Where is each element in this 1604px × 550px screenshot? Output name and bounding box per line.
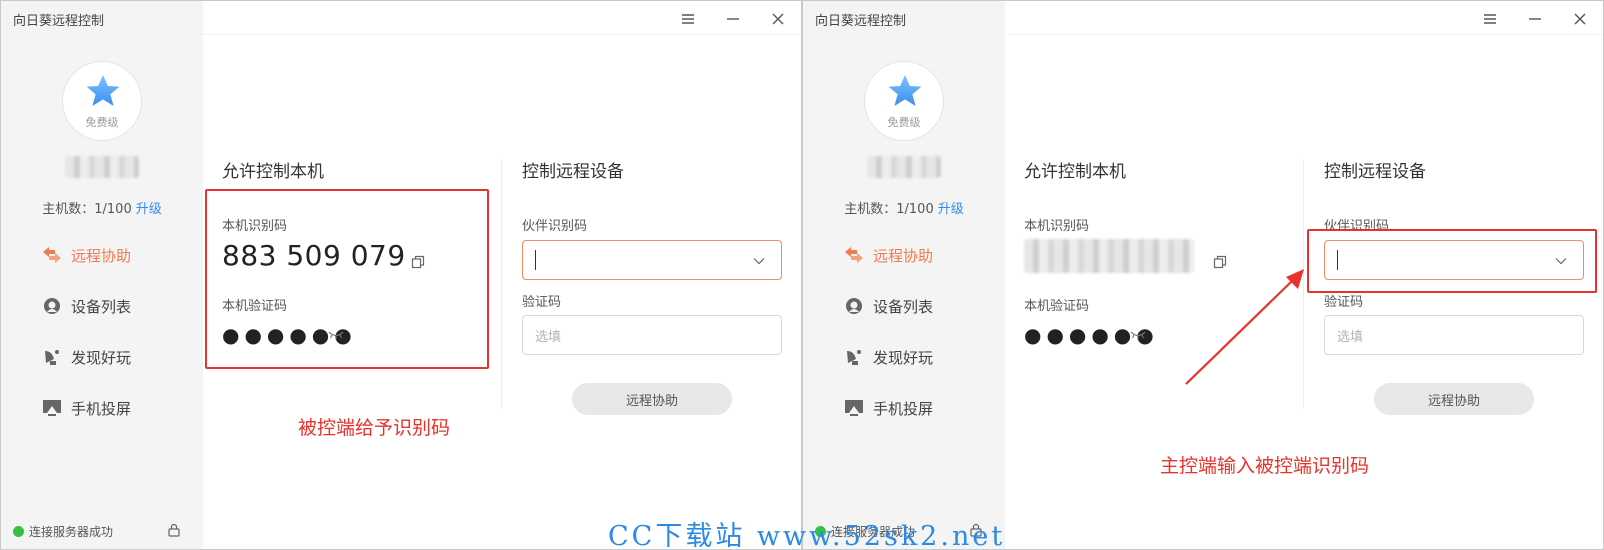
status-text: 连接服务器成功 (29, 525, 114, 539)
host-count: 主机数：1/100 升级 (803, 198, 1005, 217)
nav-phone-cast[interactable]: 手机投屏 (41, 396, 131, 420)
tier-label: 免费级 (85, 116, 119, 129)
close-icon[interactable] (770, 11, 786, 27)
text-caret (535, 250, 536, 270)
nav-remote-assist-label: 远程协助 (71, 246, 132, 265)
local-id-label: 本机识别码 (1024, 219, 1090, 234)
control-remote-title: 控制远程设备 (522, 162, 624, 182)
minimize-icon[interactable] (725, 11, 741, 27)
remote-assist-button[interactable]: 远程协助 (1374, 383, 1534, 415)
nav-phone-cast-label: 手机投屏 (873, 399, 934, 418)
host-count-text: 主机数：1/100 (844, 202, 934, 217)
star-icon (86, 75, 120, 106)
sidebar: 向日葵远程控制 免费级 主机数：1/100 升级 远程协助 设备列表 发现好玩 手… (1, 1, 203, 549)
device-list-icon (41, 295, 63, 317)
annotation-controlled: 被控端给予识别码 (298, 417, 451, 439)
nav-phone-cast-label: 手机投屏 (71, 399, 132, 418)
username-blurred (867, 156, 941, 178)
nav-remote-assist[interactable]: 远程协助 (41, 243, 131, 267)
nav-phone-cast[interactable]: 手机投屏 (843, 396, 933, 420)
annotation-controller: 主控端输入被控端识别码 (1160, 455, 1370, 477)
allow-control-title: 允许控制本机 (222, 162, 324, 182)
nav-device-list[interactable]: 设备列表 (843, 294, 933, 318)
menu-icon[interactable] (1482, 11, 1498, 27)
phone-cast-icon (41, 397, 63, 419)
chevron-down-icon[interactable] (753, 257, 765, 265)
local-code-label: 本机验证码 (1024, 299, 1090, 314)
host-count: 主机数：1/100 升级 (1, 198, 203, 217)
arrow-icon (1185, 269, 1304, 385)
nav-remote-assist[interactable]: 远程协助 (843, 243, 933, 267)
nav-discover-label: 发现好玩 (71, 348, 132, 367)
username-blurred (65, 156, 139, 178)
app-title: 向日葵远程控制 (13, 14, 105, 29)
avatar[interactable]: 免费级 (864, 61, 944, 141)
nav-discover-label: 发现好玩 (873, 348, 934, 367)
remote-assist-icon (843, 244, 865, 266)
tier-label: 免费级 (887, 116, 921, 129)
upgrade-link[interactable]: 升级 (938, 202, 964, 217)
nav-device-list-label: 设备列表 (873, 297, 934, 316)
verify-code-input[interactable]: 选填 (1324, 315, 1584, 355)
titlebar-divider (203, 34, 801, 35)
lock-icon[interactable] (167, 523, 181, 537)
connection-status: 连接服务器成功 (13, 523, 113, 540)
discover-icon (843, 346, 865, 368)
status-ok-icon (13, 526, 24, 537)
nav-discover[interactable]: 发现好玩 (41, 345, 131, 369)
verify-code-label: 验证码 (1324, 295, 1364, 310)
nav-device-list[interactable]: 设备列表 (41, 294, 131, 318)
phone-cast-icon (843, 397, 865, 419)
titlebar-divider (1005, 34, 1603, 35)
partner-id-input[interactable] (522, 240, 782, 280)
discover-icon (41, 346, 63, 368)
local-id-blurred (1024, 239, 1194, 273)
device-list-icon (843, 295, 865, 317)
nav-remote-assist-label: 远程协助 (873, 246, 934, 265)
remote-assist-button[interactable]: 远程协助 (572, 383, 732, 415)
upgrade-link[interactable]: 升级 (136, 202, 162, 217)
host-count-text: 主机数：1/100 (42, 202, 132, 217)
avatar[interactable]: 免费级 (62, 61, 142, 141)
app-title: 向日葵远程控制 (815, 14, 907, 29)
control-remote-title: 控制远程设备 (1324, 162, 1426, 182)
nav-discover[interactable]: 发现好玩 (843, 345, 933, 369)
star-icon (888, 75, 922, 106)
minimize-icon[interactable] (1527, 11, 1543, 27)
nav-device-list-label: 设备列表 (71, 297, 132, 316)
section-divider (501, 159, 502, 409)
sidebar: 向日葵远程控制 免费级 主机数：1/100 升级 远程协助 设备列表 发现好玩 手… (803, 1, 1005, 549)
close-icon[interactable] (1572, 11, 1588, 27)
verify-code-label: 验证码 (522, 295, 562, 310)
watermark: CC下载站 www.52sk2.net (608, 521, 1006, 550)
partner-id-label: 伙伴识别码 (522, 219, 588, 234)
highlight-box-local-id (205, 189, 489, 369)
verify-code-input[interactable]: 选填 (522, 315, 782, 355)
menu-icon[interactable] (680, 11, 696, 27)
allow-control-title: 允许控制本机 (1024, 162, 1126, 182)
eye-closed-icon[interactable] (1130, 330, 1146, 340)
remote-assist-icon (41, 244, 63, 266)
highlight-box-partner-input (1307, 229, 1597, 293)
